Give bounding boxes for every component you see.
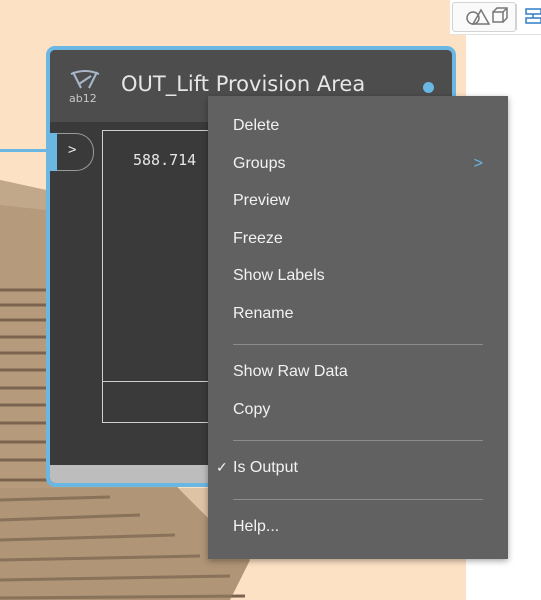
geometry-view-button[interactable]	[452, 2, 516, 32]
svg-text:ab12: ab12	[69, 92, 97, 105]
node-title: OUT_Lift Provision Area	[121, 72, 366, 96]
menu-item-rename[interactable]: Rename	[208, 295, 508, 332]
input-port-label: >	[68, 142, 77, 158]
menu-item-preview[interactable]: Preview	[208, 182, 508, 219]
menu-item-copy[interactable]: Copy	[208, 391, 508, 428]
menu-item-is-output[interactable]: ✓ Is Output	[208, 449, 508, 486]
menu-item-freeze[interactable]: Freeze	[208, 220, 508, 257]
menu-item-delete[interactable]: Delete	[208, 107, 508, 144]
output-value: 588.714	[133, 151, 197, 169]
menu-item-help[interactable]: Help...	[208, 508, 508, 545]
view-toolbar	[450, 0, 541, 35]
menu-separator	[233, 344, 483, 345]
graph-view-icon	[524, 8, 541, 24]
geometry-view-icon	[466, 7, 508, 25]
menu-separator	[233, 499, 483, 500]
graph-view-button[interactable]	[522, 2, 541, 30]
menu-item-show-raw-data[interactable]: Show Raw Data	[208, 353, 508, 390]
context-menu: Delete Groups > Preview Freeze Show Labe…	[208, 96, 508, 559]
input-port-accent	[50, 133, 57, 171]
menu-item-show-labels[interactable]: Show Labels	[208, 257, 508, 294]
menu-separator	[233, 440, 483, 441]
checkmark-icon: ✓	[216, 459, 228, 475]
chevron-right-icon: >	[473, 155, 483, 172]
output-indicator	[423, 82, 434, 93]
toolbar-divider	[516, 4, 517, 30]
input-wire[interactable]	[0, 149, 47, 152]
menu-item-groups[interactable]: Groups >	[208, 145, 508, 182]
string-icon: ab12	[69, 70, 100, 105]
